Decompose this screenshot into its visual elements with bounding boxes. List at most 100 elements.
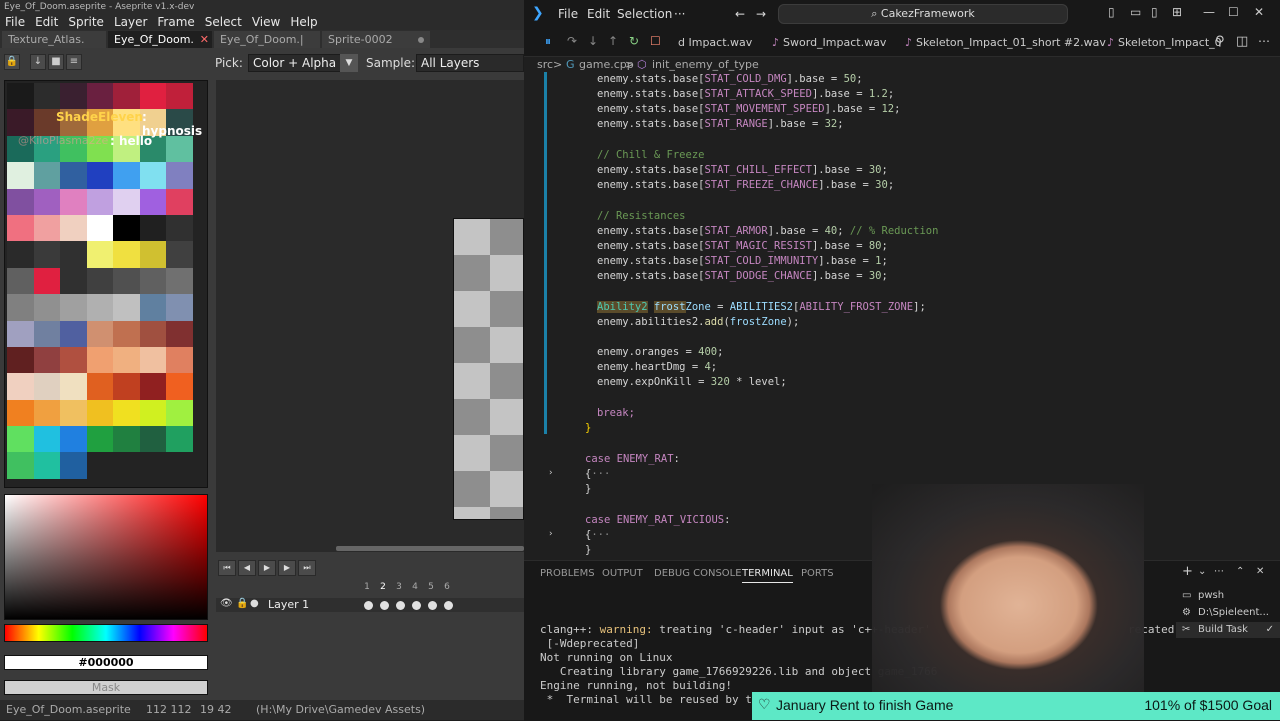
palette-swatch[interactable] [166, 320, 193, 347]
palette-swatch[interactable] [113, 320, 140, 347]
close-window-icon[interactable]: ✕ [1254, 5, 1264, 19]
download-icon[interactable]: ↓ [30, 54, 46, 70]
palette-swatch[interactable] [7, 267, 34, 295]
toggle-secondary-sidebar-icon[interactable]: ▯ [1151, 5, 1158, 19]
palette-swatch[interactable] [33, 426, 60, 453]
palette-swatch[interactable] [86, 294, 113, 321]
palette-swatch[interactable] [33, 452, 60, 479]
frame-number[interactable]: 3 [392, 582, 406, 592]
palette-swatch[interactable] [166, 162, 193, 189]
menu-frame[interactable]: Frame [152, 14, 199, 30]
back-arrow-icon[interactable]: ← [735, 7, 745, 21]
palette-swatch[interactable] [139, 320, 166, 347]
toggle-sidebar-icon[interactable]: ▯ [1108, 5, 1115, 19]
frame-number[interactable]: 6 [440, 582, 454, 592]
step-out-icon[interactable]: ↑ [608, 34, 618, 48]
palette-swatch[interactable] [86, 399, 113, 427]
prev-frame-icon[interactable]: ◀ [238, 560, 256, 576]
pause-icon[interactable]: ⏸ [545, 34, 551, 49]
palette-swatch[interactable] [166, 241, 193, 268]
palette-swatch[interactable] [7, 346, 34, 374]
frame-number[interactable]: 2 [376, 582, 390, 592]
palette-swatch[interactable] [166, 267, 193, 295]
palette-swatch[interactable] [7, 320, 34, 347]
last-frame-icon[interactable]: ⏭ [298, 560, 316, 576]
palette-swatch[interactable] [60, 294, 87, 321]
palette-swatch[interactable] [86, 373, 113, 400]
horizontal-scrollbar[interactable] [336, 546, 524, 551]
palette-swatch[interactable] [33, 294, 60, 321]
toggle-panel-icon[interactable]: ▭ [1130, 5, 1141, 19]
restart-icon[interactable]: ↻ [629, 34, 639, 48]
color-spectrum[interactable] [4, 494, 208, 620]
palette-swatch[interactable] [166, 399, 193, 427]
palette-swatch[interactable] [7, 214, 34, 242]
panel-tab-ports[interactable]: PORTS [801, 568, 834, 579]
menu-lines-icon[interactable]: ≡ [66, 54, 82, 70]
palette-swatch[interactable] [113, 346, 140, 374]
palette-swatch[interactable] [33, 399, 60, 427]
minimize-icon[interactable]: — [1203, 5, 1215, 19]
palette-swatch[interactable] [33, 320, 60, 347]
palette-swatch[interactable] [139, 214, 166, 242]
forward-arrow-icon[interactable]: → [756, 7, 766, 21]
palette-swatch[interactable] [113, 241, 140, 268]
chevron-right-icon[interactable]: › [548, 529, 553, 539]
palette-swatch[interactable] [166, 426, 193, 453]
panel-tab-problems[interactable]: PROBLEMS [540, 568, 595, 579]
layout-icon[interactable]: ⊞ [1172, 5, 1182, 19]
maximize-icon[interactable]: ☐ [1228, 5, 1239, 19]
palette-swatch[interactable] [60, 267, 87, 295]
palette-swatch[interactable] [113, 267, 140, 295]
split-editor-icon[interactable]: ⚲ [1215, 34, 1225, 49]
tab-sprite-0002[interactable]: Sprite-0002 [322, 31, 430, 48]
chevron-down-icon[interactable]: ⌄ [1198, 566, 1206, 577]
palette-swatch[interactable] [86, 267, 113, 295]
palette-swatch[interactable] [33, 214, 60, 242]
menu-help[interactable]: Help [285, 14, 322, 30]
palette-swatch[interactable] [139, 162, 166, 189]
palette-swatch[interactable] [33, 346, 60, 374]
cel[interactable] [444, 601, 453, 610]
layer-row[interactable]: 👁 🔒 ● Layer 1 [216, 598, 524, 612]
palette-swatch[interactable] [166, 83, 193, 110]
tab-eye-of-doom[interactable]: Eye_Of_Doom. ✕ [108, 31, 212, 48]
palette-swatch[interactable] [86, 214, 113, 242]
menu-layer[interactable]: Layer [109, 14, 152, 30]
mask-color-field[interactable]: Mask [4, 680, 208, 695]
maximize-panel-icon[interactable]: ⌃ [1236, 566, 1244, 577]
palette-swatch[interactable] [86, 426, 113, 453]
breadcrumb-folder[interactable]: src [537, 57, 553, 73]
menu-file[interactable]: File [0, 14, 30, 30]
palette-swatch[interactable] [60, 162, 87, 189]
palette-swatch[interactable] [60, 214, 87, 242]
more-actions-icon[interactable]: ⋯ [1258, 34, 1270, 48]
frame-number[interactable]: 5 [424, 582, 438, 592]
palette-swatch[interactable] [166, 294, 193, 321]
palette-swatch[interactable] [33, 162, 60, 189]
palette-swatch[interactable] [166, 373, 193, 400]
terminal-item-spieleent[interactable]: ⚙ D:\Spieleent... [1176, 605, 1280, 621]
terminal-item-build-task[interactable]: ✂ Build Task ✓ [1176, 622, 1280, 638]
continuous-icon[interactable]: ● [250, 598, 259, 609]
chevron-down-icon[interactable]: ▼ [340, 54, 358, 72]
panel-tab-output[interactable]: OUTPUT [602, 568, 643, 579]
editor-scrollbar[interactable] [1268, 72, 1280, 560]
palette-swatch[interactable] [33, 373, 60, 400]
first-frame-icon[interactable]: ⏮ [218, 560, 236, 576]
hex-color-field[interactable]: #000000 [4, 655, 208, 670]
palette-swatch[interactable] [60, 346, 87, 374]
palette-swatch[interactable] [139, 426, 166, 453]
palette-swatch[interactable] [86, 83, 113, 110]
palette-lock-icon[interactable]: 🔒 [4, 54, 20, 70]
split-icon[interactable]: ◫ [1236, 34, 1248, 49]
menu-edit[interactable]: Edit [30, 14, 63, 30]
palette-swatch[interactable] [86, 320, 113, 347]
palette-swatch[interactable] [60, 399, 87, 427]
palette-swatch[interactable] [86, 241, 113, 268]
palette-swatch[interactable] [113, 294, 140, 321]
palette-swatch[interactable] [7, 188, 34, 215]
palette-swatch[interactable] [60, 373, 87, 400]
cel[interactable] [364, 601, 373, 610]
panel-tab-debug-console[interactable]: DEBUG CONSOLE [654, 568, 742, 579]
